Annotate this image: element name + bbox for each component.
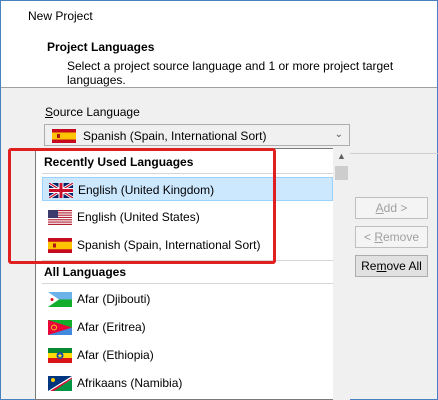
remove-all-button-accel: m bbox=[376, 259, 387, 273]
remove-all-button-pre: Re bbox=[361, 259, 377, 273]
scroll-up-arrow-icon[interactable]: ▲ bbox=[333, 148, 350, 165]
header-divider bbox=[1, 87, 437, 88]
djibouti-flag-icon bbox=[48, 292, 72, 307]
dropdown-scrollbar[interactable]: ▲ bbox=[333, 148, 350, 400]
wizard-header: Project Languages Select a project sourc… bbox=[1, 29, 437, 87]
panel-edge bbox=[350, 153, 438, 154]
list-item-afar-eritrea[interactable]: Afar (Eritrea) bbox=[42, 315, 333, 339]
remove-button-post: emove bbox=[382, 230, 420, 244]
remove-button[interactable]: < Remove bbox=[355, 226, 428, 248]
remove-all-button-post: ove All bbox=[386, 259, 422, 273]
us-flag-icon bbox=[48, 210, 72, 225]
group-divider bbox=[42, 283, 336, 284]
add-button-accel: A bbox=[375, 201, 384, 215]
window-title: New Project bbox=[28, 9, 93, 23]
eritrea-flag-icon bbox=[48, 320, 72, 335]
page-subtitle: Select a project source language and 1 o… bbox=[67, 59, 394, 87]
language-dropdown-list: Recently Used Languages English (United … bbox=[35, 148, 350, 400]
list-item-label: Afar (Ethiopia) bbox=[77, 348, 154, 362]
spain-flag-icon bbox=[52, 129, 76, 143]
group-divider bbox=[42, 173, 336, 174]
group-divider bbox=[42, 260, 336, 261]
list-item-afar-djibouti[interactable]: Afar (Djibouti) bbox=[42, 287, 333, 311]
source-language-label: Source Language bbox=[45, 105, 140, 119]
add-button-post: dd > bbox=[383, 201, 408, 215]
list-item-afar-ethiopia[interactable]: Afar (Ethiopia) bbox=[42, 343, 333, 367]
source-language-combobox[interactable]: Spanish (Spain, International Sort) ⌄ bbox=[44, 124, 350, 146]
recent-languages-header: Recently Used Languages bbox=[44, 155, 194, 169]
list-item-label: Afrikaans (Namibia) bbox=[77, 376, 183, 390]
list-item-label: English (United States) bbox=[77, 210, 200, 224]
list-item-spanish-spain[interactable]: Spanish (Spain, International Sort) bbox=[42, 233, 333, 257]
source-label-rest: ource Language bbox=[53, 105, 140, 119]
list-item-english-uk[interactable]: English (United Kingdom) bbox=[42, 177, 333, 201]
scrollbar-thumb[interactable] bbox=[335, 166, 348, 180]
namibia-flag-icon bbox=[48, 376, 72, 391]
list-item-afrikaans-namibia[interactable]: Afrikaans (Namibia) bbox=[42, 371, 333, 395]
uk-flag-icon bbox=[49, 183, 73, 198]
source-label-accel: S bbox=[45, 105, 54, 119]
remove-button-accel: R bbox=[374, 230, 383, 244]
list-item-label: English (United Kingdom) bbox=[78, 183, 215, 197]
spain-flag-icon bbox=[48, 238, 72, 253]
title-bar: New Project bbox=[1, 1, 437, 29]
remove-button-pre: < bbox=[363, 230, 375, 244]
list-item-label: Afar (Eritrea) bbox=[77, 320, 146, 334]
all-languages-header: All Languages bbox=[44, 265, 127, 279]
list-item-label: Spanish (Spain, International Sort) bbox=[77, 238, 261, 252]
list-item-english-us[interactable]: English (United States) bbox=[42, 205, 333, 229]
list-item-label: Afar (Djibouti) bbox=[77, 292, 151, 306]
add-button[interactable]: Add > bbox=[355, 197, 428, 219]
remove-all-button[interactable]: Remove All bbox=[355, 255, 428, 277]
ethiopia-flag-icon bbox=[48, 348, 72, 363]
page-title: Project Languages bbox=[47, 40, 155, 54]
chevron-down-icon[interactable]: ⌄ bbox=[335, 129, 343, 140]
source-language-value: Spanish (Spain, International Sort) bbox=[83, 129, 267, 143]
